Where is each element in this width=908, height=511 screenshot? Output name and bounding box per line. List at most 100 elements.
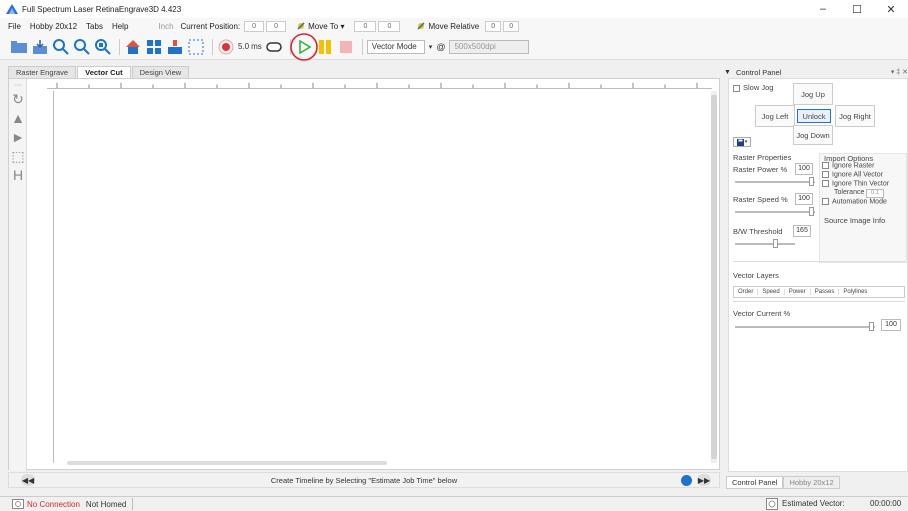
- ruler-top: [47, 82, 712, 89]
- timeline-position-dot-icon[interactable]: [681, 474, 692, 486]
- stop-icon[interactable]: [337, 38, 355, 56]
- ignore-raster-label: Ignore Raster: [832, 162, 875, 170]
- panel-window-controls[interactable]: ▾ ‡ ✕: [891, 68, 908, 76]
- ignore-raster-checkbox[interactable]: Ignore Raster: [822, 162, 874, 169]
- main-toolbar: 5.0 ms Vector Mode ▾ @ 500x500dpi: [0, 32, 908, 61]
- automation-mode-checkbox[interactable]: Automation Mode: [822, 198, 887, 205]
- open-folder-icon[interactable]: [10, 38, 28, 56]
- vertical-scroll-thumb[interactable]: [711, 95, 717, 459]
- zoom-in-icon[interactable]: [52, 38, 70, 56]
- mode-select[interactable]: Vector Mode: [366, 39, 425, 54]
- vector-current-slider[interactable]: [735, 322, 875, 331]
- panel-pin-icon[interactable]: ▼: [724, 69, 731, 76]
- dpi-select-value: 500x500dpi: [454, 42, 496, 51]
- minimize-button[interactable]: –: [806, 0, 840, 18]
- vector-current-input[interactable]: 100: [881, 319, 901, 331]
- corner-icon[interactable]: [166, 38, 184, 56]
- jog-left-button[interactable]: Jog Left: [755, 105, 795, 127]
- pulse-duration-value[interactable]: 5.0: [238, 42, 249, 51]
- column-power[interactable]: Power: [785, 289, 811, 295]
- menu-bar: File Hobby 20x12 Tabs Help Inch Current …: [0, 18, 908, 34]
- ignore-thin-vector-checkbox[interactable]: Ignore Thin Vector: [822, 180, 889, 187]
- unlock-button[interactable]: Unlock: [797, 109, 831, 123]
- align-icon[interactable]: H: [10, 167, 26, 183]
- flip-vertical-icon[interactable]: ▲: [10, 110, 26, 126]
- raster-speed-slider[interactable]: [735, 207, 815, 216]
- raster-power-knob[interactable]: [809, 177, 814, 186]
- tab-vector-cut[interactable]: Vector Cut: [77, 66, 131, 78]
- raster-speed-input[interactable]: 100: [795, 193, 813, 205]
- dots-grid-icon[interactable]: [187, 38, 205, 56]
- menu-machine[interactable]: Hobby 20x12: [30, 22, 77, 31]
- tolerance-input[interactable]: 0.1: [866, 189, 884, 198]
- jog-down-button[interactable]: Jog Down: [793, 125, 833, 145]
- jog-right-button[interactable]: Jog Right: [835, 105, 875, 127]
- home-icon[interactable]: [124, 38, 142, 56]
- move-to-y-field[interactable]: 0: [378, 20, 401, 32]
- vector-current-knob[interactable]: [869, 322, 874, 331]
- tab-raster-engrave[interactable]: Raster Engrave: [8, 66, 77, 78]
- rewind-icon[interactable]: ◀◀: [21, 474, 35, 486]
- highlight-circle-icon: [289, 32, 318, 61]
- control-panel-title: Control Panel: [735, 67, 782, 77]
- play-icon[interactable]: [289, 32, 318, 61]
- units-label[interactable]: Inch: [158, 22, 173, 31]
- column-polylines[interactable]: Polylines: [839, 289, 871, 295]
- tab-design-view[interactable]: Design View: [131, 66, 190, 78]
- automation-mode-label: Automation Mode: [832, 198, 887, 206]
- column-speed[interactable]: Speed: [758, 289, 785, 295]
- move-to-button[interactable]: Move To ▾: [308, 22, 344, 31]
- raster-power-input[interactable]: 100: [795, 163, 813, 175]
- slow-jog-checkbox[interactable]: Slow Jog: [733, 83, 773, 92]
- move-to-x-field[interactable]: 0: [354, 20, 377, 32]
- move-relative-button[interactable]: Move Relative: [428, 22, 479, 31]
- grid-icon[interactable]: [145, 38, 163, 56]
- raster-speed-knob[interactable]: [809, 207, 814, 216]
- rotate-icon[interactable]: ↻: [10, 91, 26, 107]
- import-options-box: Import Options Ignore Raster Ignore All …: [819, 153, 907, 263]
- select-box-icon[interactable]: ⬚: [10, 148, 26, 164]
- tab-hobby-20x12[interactable]: Hobby 20x12: [783, 476, 840, 489]
- dpi-select[interactable]: 500x500dpi: [449, 39, 530, 54]
- save-dropdown[interactable]: ▾: [733, 137, 751, 147]
- column-order[interactable]: Order: [734, 289, 759, 295]
- raster-speed-label: Raster Speed %: [733, 195, 788, 204]
- bw-threshold-slider[interactable]: [735, 239, 795, 248]
- raster-power-slider[interactable]: [735, 177, 815, 186]
- ruler-left: [53, 91, 54, 463]
- window-title: Full Spectrum Laser RetinaEngrave3D 4.42…: [22, 4, 182, 14]
- bw-threshold-input[interactable]: 165: [793, 225, 811, 237]
- divider: [733, 261, 905, 262]
- fast-forward-icon[interactable]: ▶▶: [697, 474, 711, 486]
- jog-up-button[interactable]: Jog Up: [793, 83, 833, 105]
- toggle-icon[interactable]: [265, 38, 283, 56]
- pulse-laser-icon[interactable]: [217, 38, 235, 56]
- vector-canvas[interactable]: ┈┈ ↻ ▲ ► ⬚ H: [8, 78, 720, 471]
- connection-status-icon: [12, 499, 24, 509]
- bw-threshold-knob[interactable]: [773, 239, 778, 248]
- source-image-info-label: Source Image Info: [824, 216, 886, 225]
- close-button[interactable]: ✕: [874, 0, 908, 18]
- chevron-down-icon: ▾: [744, 139, 748, 145]
- menu-file[interactable]: File: [8, 22, 21, 31]
- move-relative-x-field[interactable]: 0: [485, 20, 502, 32]
- maximize-button[interactable]: ☐: [840, 0, 874, 18]
- import-icon[interactable]: [31, 38, 49, 56]
- mode-dropdown-arrow[interactable]: ▾: [429, 43, 433, 51]
- move-relative-y-field[interactable]: 0: [503, 20, 520, 32]
- connection-status: No Connection: [27, 499, 80, 509]
- flip-horizontal-icon[interactable]: ►: [10, 129, 26, 145]
- column-passes[interactable]: Passes: [811, 289, 840, 295]
- menu-help[interactable]: Help: [112, 22, 128, 31]
- menu-tabs[interactable]: Tabs: [86, 22, 103, 31]
- workspace-tabs: Raster Engrave Vector Cut Design View: [8, 66, 190, 78]
- ignore-all-vector-checkbox[interactable]: Ignore All Vector: [822, 171, 883, 178]
- tab-control-panel[interactable]: Control Panel: [726, 476, 784, 489]
- current-position-y-field[interactable]: 0: [266, 20, 287, 32]
- dotted-line-icon[interactable]: ┈┈: [10, 82, 26, 89]
- vertical-scrollbar[interactable]: [711, 91, 717, 463]
- zoom-out-icon[interactable]: [73, 38, 91, 56]
- horizontal-scrollbar[interactable]: [67, 461, 387, 465]
- zoom-fit-icon[interactable]: [94, 38, 112, 56]
- current-position-x-field[interactable]: 0: [244, 20, 265, 32]
